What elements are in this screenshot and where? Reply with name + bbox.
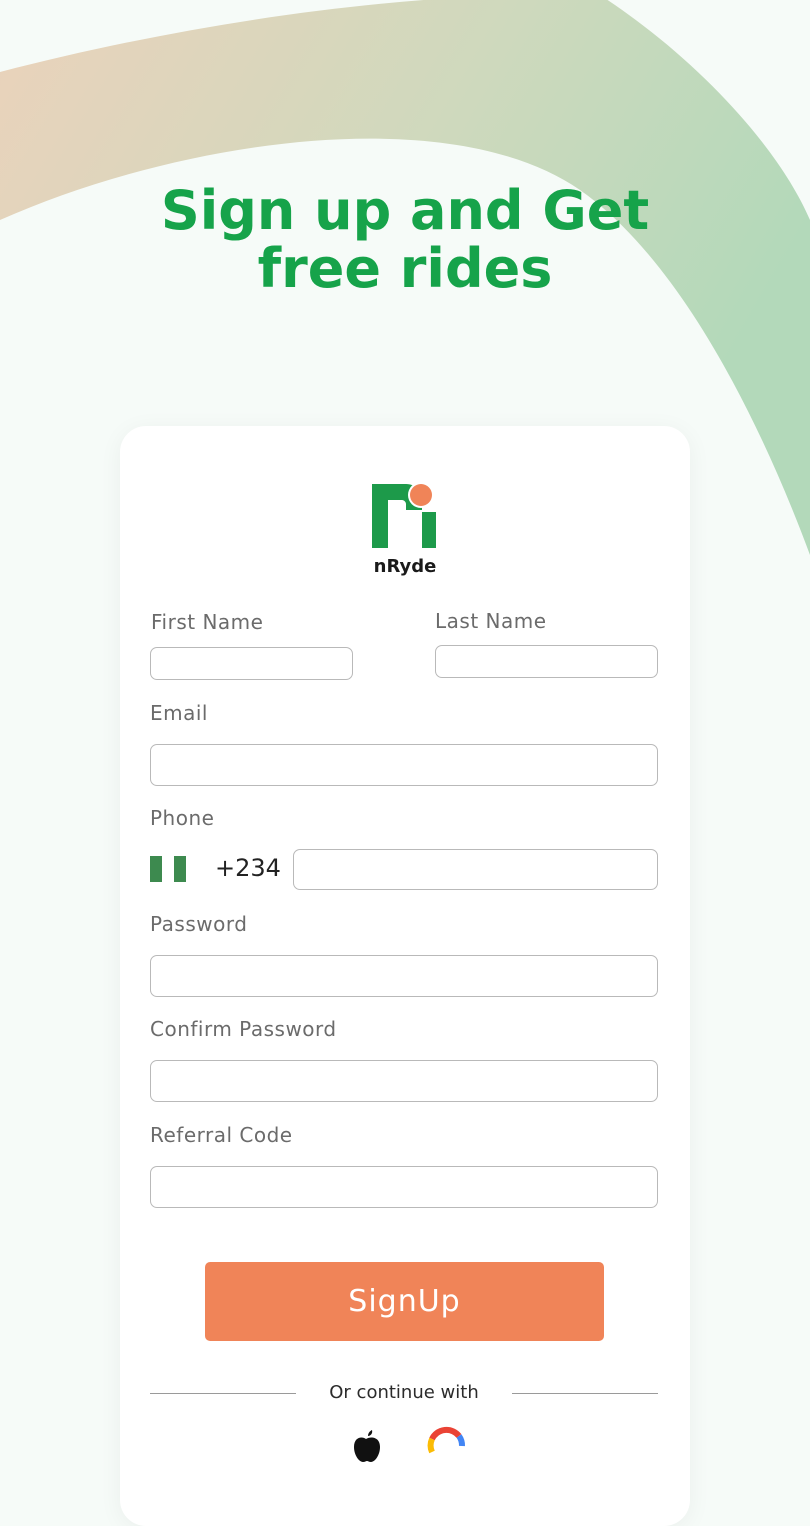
- first-name-input[interactable]: [150, 647, 353, 680]
- brand-name: nRyde: [373, 556, 437, 577]
- page-headline: Sign up and Get free rides: [0, 182, 810, 298]
- phone-input[interactable]: [293, 849, 658, 890]
- headline-line-1: Sign up and Get: [160, 179, 650, 242]
- confirm-password-label: Confirm Password: [150, 1017, 337, 1041]
- signup-button[interactable]: SignUp: [205, 1262, 604, 1341]
- email-label: Email: [150, 701, 208, 725]
- referral-code-label: Referral Code: [150, 1123, 293, 1147]
- last-name-input[interactable]: [435, 645, 658, 678]
- confirm-password-input[interactable]: [150, 1060, 658, 1102]
- password-label: Password: [150, 912, 248, 936]
- last-name-label: Last Name: [435, 609, 547, 633]
- or-continue-with-text: Or continue with: [329, 1382, 479, 1403]
- password-input[interactable]: [150, 955, 658, 997]
- headline-line-2: free rides: [257, 237, 553, 300]
- country-dial-code[interactable]: +234: [215, 854, 281, 882]
- referral-code-input[interactable]: [150, 1166, 658, 1208]
- apple-icon[interactable]: [346, 1422, 386, 1462]
- email-input[interactable]: [150, 744, 658, 786]
- nigeria-flag-icon[interactable]: [150, 856, 186, 882]
- nryde-logo-icon: [372, 482, 436, 548]
- divider-line-right: [512, 1393, 658, 1394]
- google-icon[interactable]: [426, 1422, 466, 1462]
- divider-line-left: [150, 1393, 296, 1394]
- first-name-label: First Name: [151, 610, 264, 634]
- phone-label: Phone: [150, 806, 215, 830]
